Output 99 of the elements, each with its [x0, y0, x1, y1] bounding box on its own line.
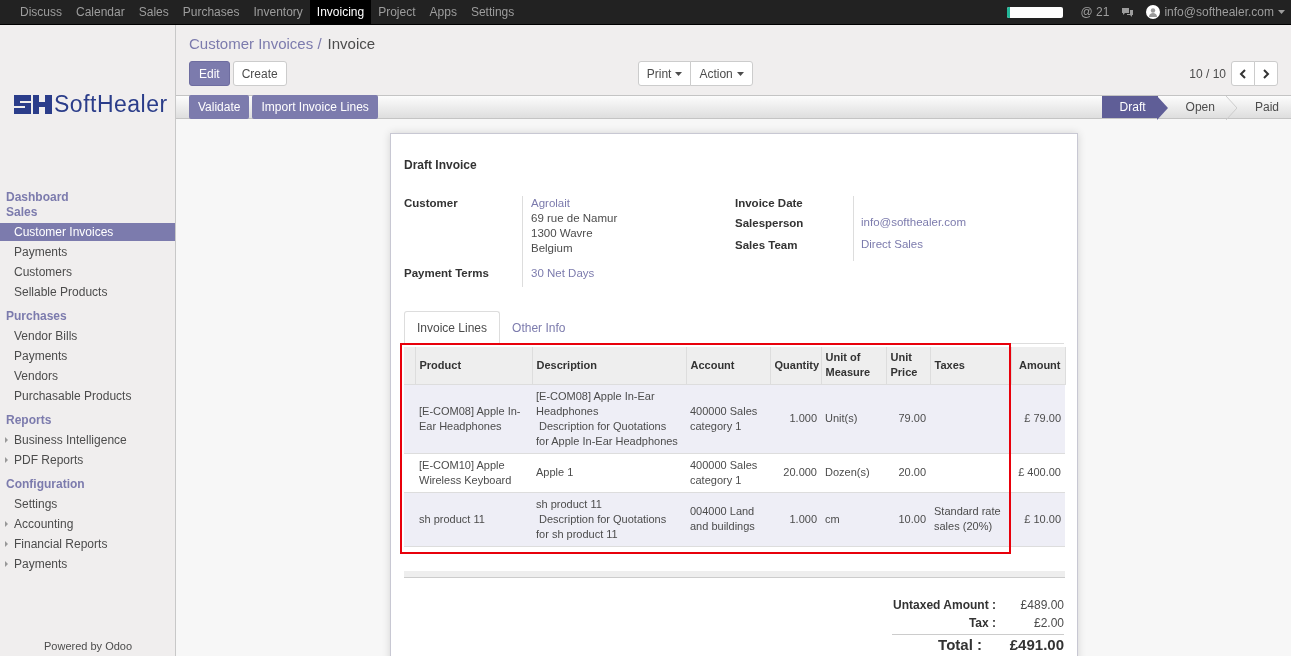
tab[interactable]: Invoice Lines	[404, 311, 501, 345]
caret-icon	[736, 71, 744, 76]
top-menu-item[interactable]: Settings	[463, 0, 522, 24]
field-label: Payment Terms	[404, 266, 490, 281]
caret-icon	[675, 71, 683, 76]
top-menu-item[interactable]: Sales	[131, 0, 176, 24]
sidebar-item[interactable]: Vendor Bills	[0, 327, 175, 345]
table-cell: 1.000	[770, 492, 821, 546]
tax-label: Tax :	[968, 615, 996, 632]
pager-counter: 10 / 10	[1189, 65, 1226, 83]
mentions-counter[interactable]: @ 21	[1080, 3, 1110, 21]
table-cell: cm	[821, 492, 886, 546]
top-menu-item[interactable]: Invoicing	[309, 0, 372, 24]
table-cell: 79.00	[886, 384, 930, 453]
caret-icon	[1278, 10, 1285, 14]
caret-icon	[5, 561, 8, 567]
chat-icon[interactable]	[1121, 6, 1135, 18]
table-cell: [E-COM10] Apple Wireless Keyboard	[415, 453, 532, 492]
sidebar-item[interactable]: Customer Invoices	[0, 223, 175, 241]
table-cell: 400000 Sales category 1	[686, 384, 770, 453]
chevron-right-icon	[1262, 68, 1270, 79]
field-label: Salesperson	[735, 216, 805, 231]
field-label: Sales Team	[735, 238, 799, 253]
sidebar-item[interactable]: Sellable Products	[0, 283, 175, 301]
sales-team-value[interactable]: Direct Sales	[861, 237, 966, 252]
sidebar-item[interactable]: Payments	[0, 555, 175, 573]
powered-by-text: Powered by Odoo	[44, 638, 133, 654]
caret-icon	[5, 437, 8, 443]
sidebar-item[interactable]: Vendors	[0, 367, 175, 385]
caret-icon	[5, 457, 8, 463]
table-cell: Apple 1	[532, 453, 686, 492]
table-cell: Dozen(s)	[821, 453, 886, 492]
avatar-icon	[1146, 5, 1161, 19]
sidebar-item[interactable]: PDF Reports	[0, 451, 175, 469]
action-button[interactable]: Action	[690, 61, 753, 86]
previous-button[interactable]	[1231, 61, 1255, 86]
sidebar-item[interactable]: Settings	[0, 495, 175, 513]
untaxed-amount-value: £489.00	[1019, 597, 1064, 614]
sidebar-item[interactable]: Accounting	[0, 515, 175, 533]
total-label: Total :	[938, 635, 982, 656]
table-cell: 004000 Land and buildings	[686, 492, 770, 546]
table-cell: 1.000	[770, 384, 821, 453]
address-line: 69 rue de Namur	[531, 211, 619, 226]
top-menu-item[interactable]: Inventory	[246, 0, 310, 24]
stage-arrow-icon	[1156, 96, 1168, 118]
stage-step[interactable]: Open	[1167, 96, 1227, 118]
tax-value: £2.00	[1032, 615, 1064, 632]
top-menu-item[interactable]: Apps	[422, 0, 464, 24]
table-cell: 20.00	[886, 453, 930, 492]
table-cell: [E-COM08] Apple In-Ear Headphones	[415, 384, 532, 453]
salesperson-value[interactable]: info@softhealer.com	[861, 215, 966, 230]
address-line: 1300 Wavre	[531, 226, 594, 241]
payment-terms-value[interactable]: 30 Net Days	[531, 266, 735, 281]
user-menu[interactable]: info@softhealer.com	[1146, 3, 1285, 21]
table-cell: 400000 Sales category 1	[686, 453, 770, 492]
table-cell: [E-COM08] Apple In-Ear Headphones Description for Quotations for Apple In-Ear Headphones	[532, 384, 686, 453]
total-value: £491.00	[1008, 635, 1064, 656]
top-menu-item[interactable]: Purchases	[175, 0, 247, 24]
address-line: Belgium	[531, 241, 574, 256]
caret-icon	[5, 521, 8, 527]
sidebar-item[interactable]: Purchasable Products	[0, 387, 175, 405]
breadcrumb-link[interactable]: Customer Invoices /	[189, 32, 322, 56]
sidebar-item[interactable]: Business Intelligence	[0, 431, 175, 449]
table-cell: Standard rate sales (20%)	[930, 492, 1011, 546]
tab[interactable]: Other Info	[500, 311, 578, 344]
create-button[interactable]: Create	[232, 61, 287, 86]
table-cell: Unit(s)	[821, 384, 886, 453]
table-cell: £ 400.00	[1011, 453, 1065, 492]
table-cell: 10.00	[886, 492, 930, 546]
breadcrumb-current: Invoice	[327, 33, 376, 54]
progress-bar	[1006, 6, 1063, 18]
sidebar-item[interactable]: Payments	[0, 347, 175, 365]
logo-mark-icon	[14, 95, 52, 114]
customer-link[interactable]: Agrolait	[531, 196, 735, 211]
form-title: Draft Invoice	[404, 157, 478, 174]
next-button[interactable]	[1254, 61, 1278, 86]
top-menu-item[interactable]: Project	[371, 0, 423, 24]
table-cell: £ 79.00	[1011, 384, 1065, 453]
top-menu-item[interactable]: Calendar	[69, 0, 132, 24]
chevron-left-icon	[1239, 68, 1247, 79]
untaxed-amount-label: Untaxed Amount :	[893, 597, 996, 614]
sidebar-item[interactable]: Payments	[0, 243, 175, 261]
logo-text: SoftHealer	[54, 93, 168, 116]
table-cell: 20.000	[770, 453, 821, 492]
sidebar-item[interactable]: Financial Reports	[0, 535, 175, 553]
stage-step[interactable]: Paid	[1236, 96, 1291, 118]
sidebar-heading[interactable]: Sales	[0, 205, 175, 220]
table-cell: sh product 11 Description for Quotations for sh product 11	[532, 492, 686, 546]
field-label: Customer	[404, 196, 459, 211]
caret-icon	[5, 541, 8, 547]
sidebar-item[interactable]: Customers	[0, 263, 175, 281]
validate-button[interactable]: Validate	[189, 95, 250, 119]
field-label: Invoice Date	[735, 196, 804, 211]
print-button[interactable]: Print	[637, 61, 692, 86]
edit-button[interactable]: Edit	[189, 61, 230, 86]
top-menu-item[interactable]: Discuss	[13, 0, 69, 24]
table-cell: £ 10.00	[1011, 492, 1065, 546]
import-lines-button[interactable]: Import Invoice Lines	[252, 95, 378, 119]
table-cell: sh product 11	[415, 492, 532, 546]
